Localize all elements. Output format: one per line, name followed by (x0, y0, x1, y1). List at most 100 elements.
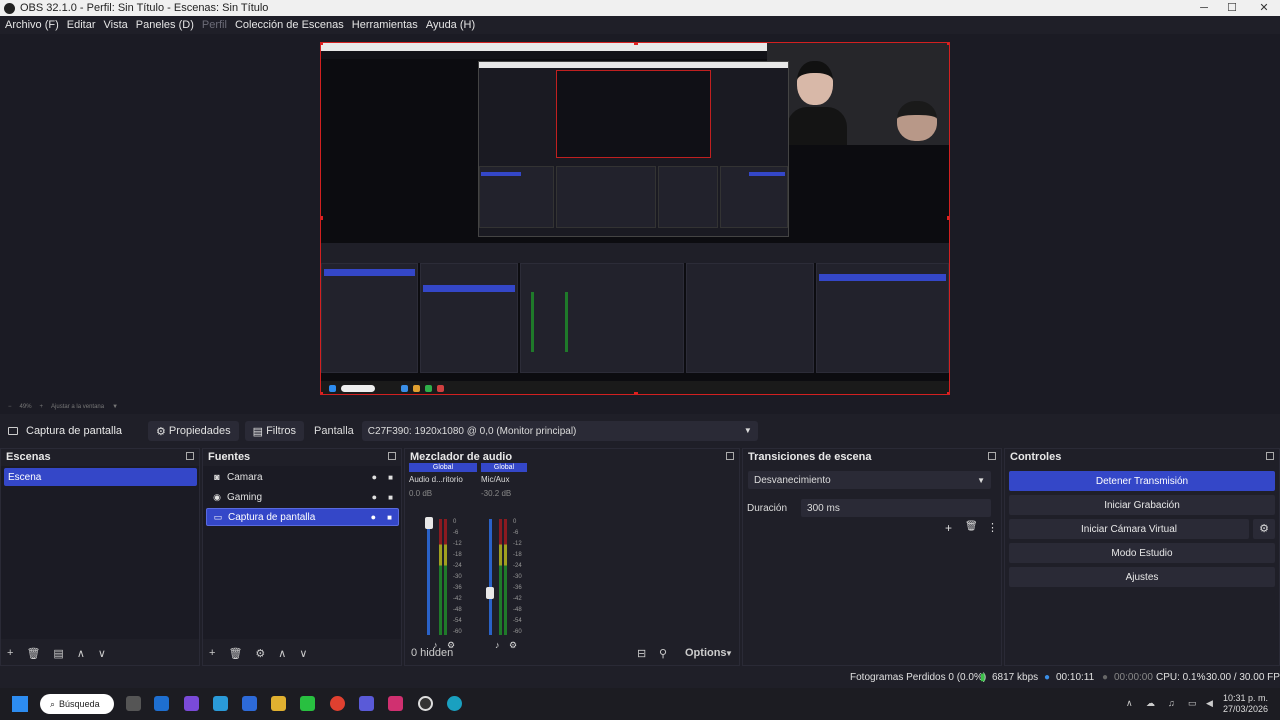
lock-icon[interactable]: ■ (388, 493, 393, 502)
close-button[interactable]: ✕ (1248, 0, 1280, 16)
scene-item-escena[interactable]: Escena (4, 468, 197, 486)
duration-input[interactable]: 300 ms (801, 499, 992, 517)
program-preview[interactable] (320, 42, 950, 395)
teams-icon[interactable] (359, 696, 374, 711)
file-explorer-icon[interactable] (271, 696, 286, 711)
volume-fader[interactable] (489, 519, 492, 635)
mixer-link-icon[interactable]: ⚲ (659, 647, 667, 660)
selected-source: Captura de pantalla (8, 425, 148, 437)
system-clock[interactable]: 10:31 p. m. 27/03/2026 (1223, 693, 1268, 715)
edge-icon[interactable] (447, 696, 462, 711)
filters-button[interactable]: ▤ Filtros (244, 421, 305, 441)
menu-coleccion-escenas[interactable]: Colección de Escenas (235, 19, 344, 31)
scene-filters-icon[interactable]: ▤ (53, 647, 63, 660)
fader-knob[interactable] (425, 517, 433, 529)
source-item-camara[interactable]: ◙ Camara ● ■ (206, 468, 399, 486)
move-down-icon[interactable]: ∨ (98, 647, 106, 660)
source-settings-icon[interactable]: ⚙ (255, 647, 265, 660)
outlook-icon[interactable] (154, 696, 169, 711)
resize-handle[interactable] (947, 392, 949, 394)
display-select[interactable]: C27F390: 1920x1080 @ 0,0 (Monitor princi… (361, 421, 758, 441)
start-virtual-camera-button[interactable]: Iniciar Cámara Virtual (1009, 519, 1249, 539)
move-down-icon[interactable]: ∨ (299, 647, 307, 660)
menu-herramientas[interactable]: Herramientas (352, 19, 418, 31)
zoom-fit-label[interactable]: Ajustar a la ventana (51, 404, 104, 410)
transition-select[interactable]: Desvanecimiento ▼ (748, 471, 991, 489)
chevron-down-icon[interactable]: ▼ (112, 404, 118, 410)
settings-button[interactable]: Ajustes (1009, 567, 1275, 587)
properties-button[interactable]: ⚙ Propiedades (148, 421, 239, 441)
start-recording-button[interactable]: Iniciar Grabación (1009, 495, 1275, 515)
menu-perfil[interactable]: Perfil (202, 19, 227, 31)
nested-app-icon (413, 385, 420, 392)
resize-handle[interactable] (321, 43, 323, 45)
tray-chevron-icon[interactable]: ∧ (1126, 698, 1133, 709)
lock-icon[interactable]: ■ (387, 513, 392, 522)
move-up-icon[interactable]: ∧ (77, 647, 85, 660)
scenes-title-text: Escenas (6, 451, 51, 463)
resize-handle[interactable] (321, 392, 323, 394)
tray-volume-icon[interactable]: ◀ (1206, 698, 1213, 709)
app-icon[interactable] (213, 696, 228, 711)
eye-icon[interactable]: ● (371, 512, 376, 522)
obs-taskbar-icon[interactable] (418, 696, 433, 711)
tray-cloud-icon[interactable]: ☁ (1146, 698, 1155, 709)
remove-source-icon[interactable]: 🗑 (228, 647, 242, 660)
channel-db: 0.0 dB (409, 489, 433, 498)
tray-mic-icon[interactable]: ♫ (1168, 698, 1175, 708)
add-scene-icon[interactable]: + (7, 647, 13, 659)
lock-icon[interactable]: ■ (388, 473, 393, 482)
add-source-icon[interactable]: + (209, 647, 215, 659)
zoom-in-icon[interactable]: + (40, 404, 44, 410)
menu-ayuda[interactable]: Ayuda (H) (426, 19, 475, 31)
studio-mode-button[interactable]: Modo Estudio (1009, 543, 1275, 563)
copilot-icon[interactable] (184, 696, 199, 711)
virtual-camera-gear-icon[interactable]: ⚙ (1253, 519, 1275, 539)
stream-icon: ● (1044, 672, 1051, 683)
chrome-icon[interactable] (330, 696, 345, 711)
nested-scene-row (324, 269, 415, 276)
more-options-icon[interactable]: ⋮ (987, 521, 998, 534)
filter-icon: ▤ (252, 425, 264, 438)
undock-icon[interactable] (726, 452, 734, 460)
menu-editar[interactable]: Editar (67, 19, 96, 31)
store-icon[interactable] (242, 696, 257, 711)
resize-handle[interactable] (947, 216, 949, 220)
source-item-gaming[interactable]: ◉ Gaming ● ■ (206, 488, 399, 506)
options-menu[interactable]: Options (685, 647, 727, 659)
maximize-button[interactable]: ☐ (1216, 0, 1248, 16)
move-up-icon[interactable]: ∧ (278, 647, 286, 660)
menu-archivo[interactable]: Archivo (F) (5, 19, 59, 31)
taskbar-search[interactable]: ⌕ Búsqueda (40, 694, 114, 714)
chevron-down-icon[interactable]: ▼ (725, 649, 733, 658)
fader-knob[interactable] (486, 587, 494, 599)
undock-icon[interactable] (186, 452, 194, 460)
zoom-out-icon[interactable]: − (8, 404, 12, 410)
mixer-layout-icon[interactable]: ⊟ (637, 647, 646, 660)
resize-handle[interactable] (634, 43, 638, 45)
resize-handle[interactable] (947, 43, 949, 45)
resize-handle[interactable] (321, 216, 323, 220)
nested-search-icon (341, 385, 375, 392)
add-transition-icon[interactable]: + (945, 521, 952, 535)
eye-icon[interactable]: ● (372, 492, 377, 502)
channel-name[interactable]: Mic/Aux (481, 475, 509, 484)
eye-icon[interactable]: ● (372, 472, 377, 482)
remove-transition-icon[interactable]: 🗑 (965, 521, 978, 532)
channel-name[interactable]: Audio d...ritorio (409, 475, 463, 484)
undock-icon[interactable] (388, 452, 396, 460)
volume-fader[interactable] (427, 519, 430, 635)
source-item-captura[interactable]: ▭ Captura de pantalla ● ■ (206, 508, 399, 526)
resize-handle[interactable] (634, 392, 638, 394)
remove-scene-icon[interactable]: 🗑 (26, 647, 40, 660)
instagram-icon[interactable] (388, 696, 403, 711)
kick-icon[interactable] (300, 696, 315, 711)
undock-icon[interactable] (1266, 452, 1274, 460)
stop-streaming-button[interactable]: Detener Transmisión (1009, 471, 1275, 491)
menu-vista[interactable]: Vista (104, 19, 128, 31)
tray-wifi-icon[interactable]: ▭ (1188, 698, 1197, 709)
menu-paneles[interactable]: Paneles (D) (136, 19, 194, 31)
windows-start-icon[interactable] (12, 696, 28, 712)
task-view-icon[interactable] (126, 696, 141, 711)
undock-icon[interactable] (988, 452, 996, 460)
